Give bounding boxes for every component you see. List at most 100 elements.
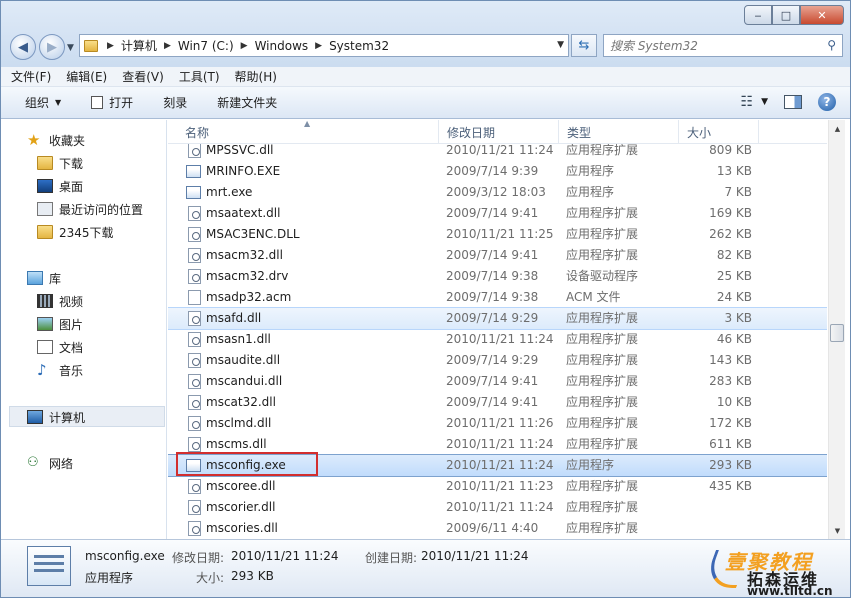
menu-help[interactable]: 帮助(H) (235, 68, 277, 85)
menu-file[interactable]: 文件(F) (11, 68, 51, 85)
nav-downloads[interactable]: 下载 (37, 153, 83, 173)
nav-videos[interactable]: 视频 (37, 291, 83, 311)
command-bar: 组织 ▼ 打开 刻录 新建文件夹 ☷ ▼ ? (1, 87, 850, 119)
breadcrumb-windows[interactable]: Windows (255, 39, 309, 53)
scroll-up-arrow-icon[interactable]: ▲ (829, 120, 846, 137)
file-row[interactable]: msafd.dll 2009/7/14 9:29 应用程序扩展 3 KB (168, 307, 827, 330)
open-label: 打开 (109, 96, 134, 110)
close-button[interactable]: ✕ (800, 5, 844, 25)
chevron-right-icon[interactable]: ▶ (241, 41, 248, 51)
menu-edit[interactable]: 编辑(E) (66, 68, 107, 85)
file-row[interactable]: msacm32.drv 2009/7/14 9:38 设备驱动程序 25 KB (168, 266, 827, 287)
file-size: 82 KB (716, 248, 752, 262)
vertical-scrollbar[interactable]: ▲ ▼ (828, 120, 845, 539)
nav-pictures[interactable]: 图片 (37, 314, 83, 334)
file-type: 应用程序扩展 (566, 374, 639, 388)
details-filename: msconfig.exe (85, 549, 165, 563)
new-folder-button[interactable]: 新建文件夹 (217, 94, 277, 111)
nav-recent-places[interactable]: 最近访问的位置 (37, 199, 143, 219)
nav-favorites[interactable]: ★ 收藏夹 (27, 130, 85, 150)
nav-network[interactable]: ⚇ 网络 (27, 453, 73, 473)
file-rows: MPSSVC.dll 2010/11/21 11:24 应用程序扩展 809 KB MR… (168, 140, 827, 539)
file-row[interactable]: mscandui.dll 2009/7/14 9:41 应用程序扩展 283 KB (168, 371, 827, 392)
nav-libraries[interactable]: 库 (27, 268, 61, 288)
view-dropdown-icon[interactable]: ▼ (761, 97, 768, 107)
folder-icon (84, 39, 98, 52)
breadcrumb-computer[interactable]: 计算机 (121, 37, 157, 54)
minimize-button[interactable]: ‒ (744, 5, 772, 25)
file-size: 611 KB (709, 437, 752, 451)
burn-button[interactable]: 刻录 (163, 94, 187, 111)
file-size: 172 KB (709, 416, 752, 430)
column-date[interactable]: 修改日期 (439, 120, 559, 144)
menu-view[interactable]: 查看(V) (122, 68, 164, 85)
chevron-right-icon[interactable]: ▶ (107, 41, 114, 51)
address-bar[interactable]: ▶ 计算机 ▶ Win7 (C:) ▶ Windows ▶ System32 ▼ (79, 34, 569, 57)
file-row[interactable]: msaatext.dll 2009/7/14 9:41 应用程序扩展 169 KB (168, 203, 827, 224)
file-name: mrt.exe (206, 185, 253, 199)
file-type: 应用程序扩展 (566, 206, 639, 220)
file-row[interactable]: mscorier.dll 2010/11/21 11:24 应用程序扩展 (168, 497, 827, 518)
back-button[interactable]: ◀ (10, 34, 36, 60)
file-row[interactable]: msaudite.dll 2009/7/14 9:29 应用程序扩展 143 KB (168, 350, 827, 371)
breadcrumb-drive[interactable]: Win7 (C:) (178, 39, 234, 53)
file-size: 435 KB (709, 479, 752, 493)
details-modified-label: 修改日期: (172, 551, 225, 565)
chevron-right-icon[interactable]: ▶ (164, 41, 171, 51)
nav-documents[interactable]: 文档 (37, 337, 83, 357)
column-type[interactable]: 类型 (559, 120, 679, 144)
view-options-icon[interactable]: ☷ (741, 94, 754, 110)
file-size: 143 KB (709, 353, 752, 367)
scrollbar-thumb[interactable] (830, 324, 844, 342)
file-row[interactable]: msadp32.acm 2009/7/14 9:38 ACM 文件 24 KB (168, 287, 827, 308)
nav-desktop[interactable]: 桌面 (37, 176, 83, 196)
file-type: 应用程序扩展 (566, 521, 639, 535)
file-type: 应用程序扩展 (566, 248, 639, 262)
file-row[interactable]: MRINFO.EXE 2009/7/14 9:39 应用程序 13 KB (168, 161, 827, 182)
nav-music[interactable]: ♪ 音乐 (37, 360, 83, 380)
dll-file-icon (188, 479, 201, 494)
file-name: msasn1.dll (206, 332, 271, 346)
forward-button[interactable]: ▶ (39, 34, 65, 60)
search-icon[interactable]: ⚲ (827, 38, 836, 52)
dll-file-icon (188, 353, 201, 368)
dll-file-icon (188, 500, 201, 515)
file-row[interactable]: mscoree.dll 2010/11/21 11:23 应用程序扩展 435 KB (168, 476, 827, 497)
organize-button[interactable]: 组织 ▼ (25, 94, 61, 111)
file-row[interactable]: MSAC3ENC.DLL 2010/11/21 11:25 应用程序扩展 262 KB (168, 224, 827, 245)
refresh-button[interactable]: ⇆ (571, 34, 597, 57)
search-box[interactable]: ⚲ (603, 34, 843, 57)
file-row[interactable]: mscat32.dll 2009/7/14 9:41 应用程序扩展 10 KB (168, 392, 827, 413)
menu-tools[interactable]: 工具(T) (179, 68, 220, 85)
file-date: 2009/7/14 9:41 (446, 248, 539, 262)
file-type: 设备驱动程序 (566, 269, 639, 283)
recent-pages-dropdown[interactable]: ▼ (67, 43, 74, 53)
file-row[interactable]: msasn1.dll 2010/11/21 11:24 应用程序扩展 46 KB (168, 329, 827, 350)
maximize-button[interactable]: □ (772, 5, 800, 25)
msconfig-app-icon (27, 546, 71, 586)
file-type: 应用程序扩展 (566, 353, 639, 367)
file-size (688, 518, 752, 539)
file-date: 2010/11/21 11:23 (446, 479, 554, 493)
preview-pane-icon[interactable] (784, 95, 802, 109)
help-icon[interactable]: ? (818, 93, 836, 111)
burn-label: 刻录 (163, 96, 188, 110)
address-dropdown-icon[interactable]: ▼ (557, 40, 564, 50)
dll-file-icon (188, 395, 201, 410)
file-date: 2010/11/21 11:24 (446, 437, 554, 451)
column-name[interactable]: 名称 (168, 120, 439, 144)
search-input[interactable] (604, 35, 814, 56)
scroll-down-arrow-icon[interactable]: ▼ (829, 522, 846, 539)
breadcrumb-system32[interactable]: System32 (329, 39, 389, 53)
nav-computer[interactable]: 计算机 (27, 407, 85, 427)
file-list: MPSSVC.dll 2010/11/21 11:24 应用程序扩展 809 KB MR… (168, 120, 827, 539)
file-row[interactable]: mrt.exe 2009/3/12 18:03 应用程序 7 KB (168, 182, 827, 203)
file-row[interactable]: msacm32.dll 2009/7/14 9:41 应用程序扩展 82 KB (168, 245, 827, 266)
column-size[interactable]: 大小 (679, 120, 759, 144)
nav-2345-downloads[interactable]: 2345下载 (37, 222, 114, 242)
open-button[interactable]: 打开 (91, 94, 133, 111)
open-icon (91, 96, 104, 109)
file-row[interactable]: mscories.dll 2009/6/11 4:40 应用程序扩展 (168, 518, 827, 539)
file-row[interactable]: msclmd.dll 2010/11/21 11:26 应用程序扩展 172 KB (168, 413, 827, 434)
chevron-right-icon[interactable]: ▶ (315, 41, 322, 51)
